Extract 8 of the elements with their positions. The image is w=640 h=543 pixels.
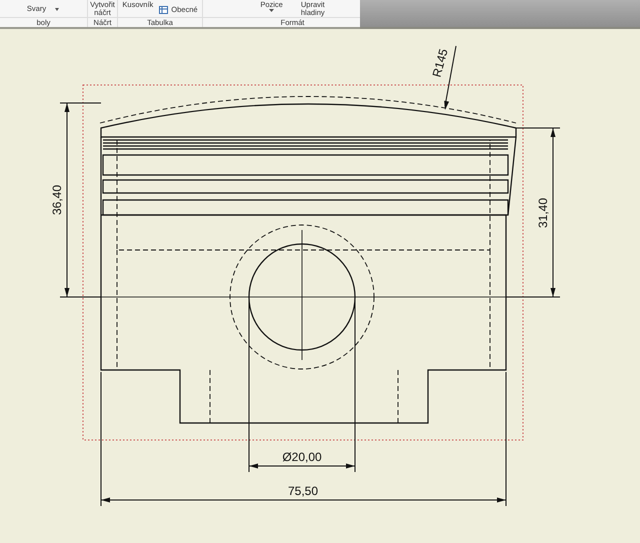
dimension-text: Ø20,00 xyxy=(282,450,322,464)
dimension-text: 31,40 xyxy=(536,198,550,228)
dimension-text: R145 xyxy=(430,47,451,79)
caret-icon xyxy=(54,6,60,12)
caret-icon xyxy=(269,9,274,13)
dimension-text: 36,40 xyxy=(50,184,64,216)
dimension-text: 75,50 xyxy=(288,484,318,498)
table-icon xyxy=(159,6,168,14)
